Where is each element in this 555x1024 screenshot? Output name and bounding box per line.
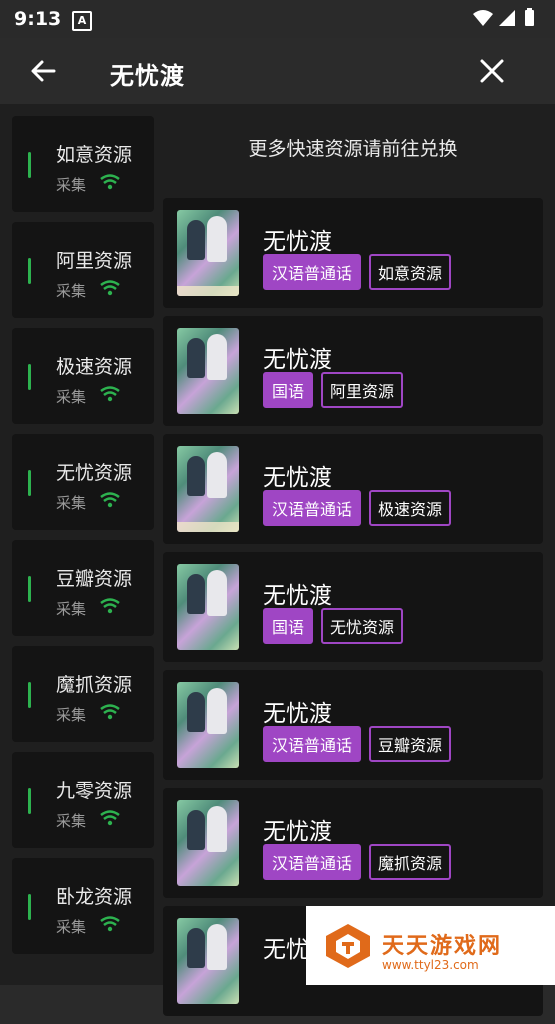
wifi-icon xyxy=(100,598,120,614)
sidebar-item-label: 无忧资源 xyxy=(56,462,133,484)
result-card[interactable]: 无忧渡 国语 阿里资源 xyxy=(163,316,543,426)
close-icon[interactable] xyxy=(477,56,507,86)
sidebar-item-sub: 采集 xyxy=(56,600,87,618)
sidebar-item-label: 豆瓣资源 xyxy=(56,568,133,590)
language-tag: 国语 xyxy=(263,608,314,644)
sidebar-item-label: 阿里资源 xyxy=(56,250,133,272)
back-arrow-icon[interactable] xyxy=(28,56,58,86)
sidebar-item-wolong[interactable]: 卧龙资源 采集 xyxy=(12,858,154,954)
language-tag: 汉语普通话 xyxy=(263,726,362,762)
wifi-icon xyxy=(100,492,120,508)
wifi-signal-battery-icon xyxy=(473,8,534,26)
source-tag: 极速资源 xyxy=(369,490,452,526)
sidebar-item-jiuling[interactable]: 九零资源 采集 xyxy=(12,752,154,848)
wifi-icon xyxy=(100,916,120,932)
sidebar-item-mozhua[interactable]: 魔抓资源 采集 xyxy=(12,646,154,742)
sidebar-item-ali[interactable]: 阿里资源 采集 xyxy=(12,222,154,318)
source-tag: 如意资源 xyxy=(369,254,452,290)
status-bar: 9:13 A xyxy=(0,0,555,38)
watermark-title: 天天游戏网 xyxy=(382,934,503,959)
language-tag: 汉语普通话 xyxy=(263,844,362,880)
status-indicator xyxy=(28,470,31,496)
result-title: 无忧渡 xyxy=(263,229,332,255)
page-title: 无忧渡 xyxy=(110,62,185,90)
site-logo-icon xyxy=(326,924,370,968)
sidebar-item-wuyou[interactable]: 无忧资源 采集 xyxy=(12,434,154,530)
result-title: 无忧渡 xyxy=(263,701,332,727)
language-tag: 国语 xyxy=(263,372,314,408)
source-tag: 无忧资源 xyxy=(321,608,404,644)
sidebar-item-sub: 采集 xyxy=(56,388,87,406)
language-tag: 汉语普通话 xyxy=(263,254,362,290)
status-indicator xyxy=(28,152,31,178)
sidebar-item-label: 极速资源 xyxy=(56,356,133,378)
source-tag: 豆瓣资源 xyxy=(369,726,452,762)
watermark: 天天游戏网 www.ttyl23.com xyxy=(306,906,555,985)
wifi-icon xyxy=(100,810,120,826)
wifi-icon xyxy=(100,386,120,402)
status-indicator xyxy=(28,894,31,920)
app-notification-icon: A xyxy=(72,11,92,31)
poster-image xyxy=(177,328,239,414)
result-card[interactable]: 无忧渡 汉语普通话 豆瓣资源 xyxy=(163,670,543,780)
source-tag: 阿里资源 xyxy=(321,372,404,408)
source-sidebar: 如意资源 采集 阿里资源 采集 极速资源 采集 无忧资源 采集 豆瓣资源 采集 xyxy=(12,116,154,964)
poster-image xyxy=(177,918,239,1004)
watermark-url: www.ttyl23.com xyxy=(382,958,479,972)
wifi-icon xyxy=(100,174,120,190)
app-bar: 无忧渡 xyxy=(0,38,555,104)
status-indicator xyxy=(28,576,31,602)
poster-image xyxy=(177,682,239,768)
status-indicator xyxy=(28,682,31,708)
sidebar-item-jisu[interactable]: 极速资源 采集 xyxy=(12,328,154,424)
poster-image xyxy=(177,800,239,886)
result-title: 无忧渡 xyxy=(263,465,332,491)
result-card[interactable]: 无忧渡 汉语普通话 如意资源 xyxy=(163,198,543,308)
language-tag: 汉语普通话 xyxy=(263,490,362,526)
sidebar-item-douban[interactable]: 豆瓣资源 采集 xyxy=(12,540,154,636)
result-card[interactable]: 无忧渡 汉语普通话 极速资源 xyxy=(163,434,543,544)
status-indicator xyxy=(28,364,31,390)
sidebar-item-sub: 采集 xyxy=(56,706,87,724)
sidebar-item-label: 九零资源 xyxy=(56,780,133,802)
sidebar-item-label: 如意资源 xyxy=(56,144,133,166)
status-time: 9:13 xyxy=(14,8,62,30)
status-indicator xyxy=(28,788,31,814)
result-list: 无忧渡 汉语普通话 如意资源 无忧渡 国语 阿里资源 无忧渡 汉语普通话 极速资… xyxy=(163,198,543,1024)
sidebar-item-sub: 采集 xyxy=(56,812,87,830)
status-icons xyxy=(471,8,541,32)
status-indicator xyxy=(28,258,31,284)
wifi-icon xyxy=(100,280,120,296)
sidebar-item-sub: 采集 xyxy=(56,494,87,512)
content-area: 如意资源 采集 阿里资源 采集 极速资源 采集 无忧资源 采集 豆瓣资源 采集 xyxy=(0,104,555,1016)
sidebar-item-label: 卧龙资源 xyxy=(56,886,133,908)
poster-image xyxy=(177,210,239,296)
sidebar-item-sub: 采集 xyxy=(56,918,87,936)
result-title: 无忧渡 xyxy=(263,583,332,609)
sidebar-item-sub: 采集 xyxy=(56,282,87,300)
result-card[interactable]: 无忧渡 汉语普通话 魔抓资源 xyxy=(163,788,543,898)
result-title: 无忧渡 xyxy=(263,347,332,373)
source-tag: 魔抓资源 xyxy=(369,844,452,880)
result-title: 无忧渡 xyxy=(263,819,332,845)
wifi-icon xyxy=(100,704,120,720)
sidebar-item-sub: 采集 xyxy=(56,176,87,194)
sidebar-item-label: 魔抓资源 xyxy=(56,674,133,696)
result-card[interactable]: 无忧渡 国语 无忧资源 xyxy=(163,552,543,662)
poster-image xyxy=(177,564,239,650)
sidebar-item-ruyi[interactable]: 如意资源 采集 xyxy=(12,116,154,212)
redeem-hint[interactable]: 更多快速资源请前往兑换 xyxy=(163,134,543,161)
poster-image xyxy=(177,446,239,532)
